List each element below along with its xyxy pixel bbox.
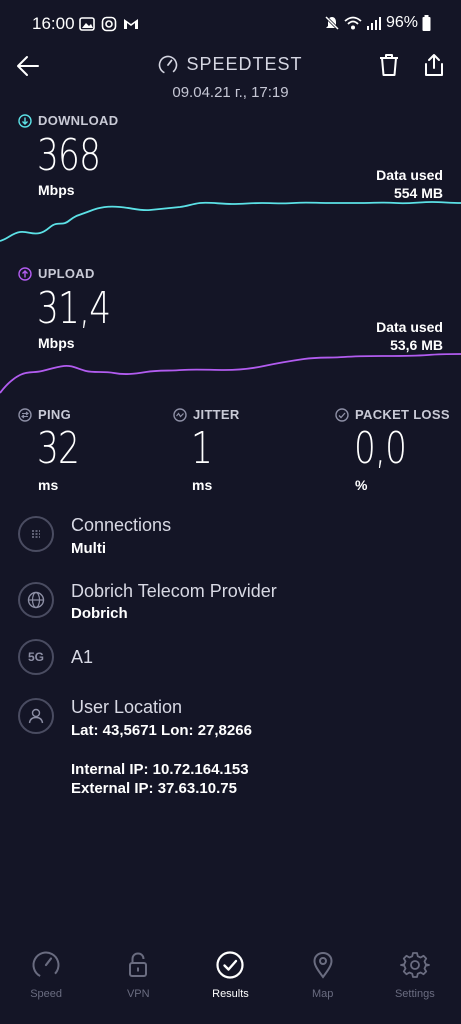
jitter-label-text: JITTER — [193, 407, 240, 422]
nav-speed-label: Speed — [30, 988, 62, 1000]
notification-icons — [79, 16, 139, 32]
check-circle-nav-icon — [216, 951, 245, 979]
download-data-used-label: Data used — [376, 167, 443, 183]
upload-speed-graph — [0, 353, 461, 394]
network-type-badge: 5G — [27, 650, 44, 664]
battery-icon — [422, 15, 431, 31]
download-label: DOWNLOAD — [18, 113, 118, 128]
nav-results-label: Results — [212, 988, 249, 1000]
download-graph-line — [0, 201, 461, 242]
instagram-icon — [101, 16, 117, 32]
signal-icon — [366, 17, 381, 30]
packet-loss-icon — [335, 407, 349, 422]
battery-percentage: 96% — [385, 14, 418, 31]
wifi-icon — [344, 16, 362, 30]
download-arrow-icon — [18, 113, 32, 128]
packet-loss-label-text: PACKET LOSS — [355, 407, 450, 422]
speedometer-nav-icon — [32, 951, 60, 979]
share-button[interactable] — [421, 52, 447, 78]
nav-map-label: Map — [311, 988, 334, 1000]
nav-map[interactable]: Map — [277, 950, 369, 1024]
nav-vpn[interactable]: VPN — [92, 950, 184, 1024]
upload-data-used-label: Data used — [376, 319, 443, 335]
nav-results[interactable]: Results — [184, 950, 276, 1024]
download-speed-graph — [0, 201, 461, 242]
user-location-coords: Lat: 43,5671 Lon: 27,8266 — [71, 722, 252, 739]
packet-loss-label: PACKET LOSS — [335, 407, 450, 422]
nav-vpn-label: VPN — [126, 988, 150, 1000]
share-icon — [425, 54, 443, 76]
gmail-icon — [124, 19, 138, 29]
status-time: 16:00 — [32, 14, 75, 33]
user-icon — [28, 708, 44, 724]
upload-graph-line — [0, 353, 461, 394]
network-operator: A1 — [71, 647, 94, 667]
internal-ip: Internal IP: 10.72.164.153 — [71, 761, 249, 778]
user-location-title: User Location — [71, 697, 183, 717]
provider-value: Dobrich — [71, 605, 128, 622]
nav-settings[interactable]: Settings — [369, 950, 461, 1024]
jitter-label: JITTER — [173, 407, 240, 422]
gear-nav-icon — [399, 952, 430, 978]
ping-value: 32 — [37, 423, 80, 474]
packet-loss-unit: % — [355, 477, 368, 493]
connections-value: Multi — [71, 540, 106, 557]
ping-icon — [18, 407, 32, 422]
nav-settings-label: Settings — [394, 988, 435, 1000]
connections-glyph-icon — [32, 530, 40, 538]
ping-label: PING — [18, 407, 71, 422]
jitter-value: 1 — [191, 423, 213, 474]
jitter-icon — [173, 407, 187, 422]
gallery-icon — [79, 17, 95, 31]
jitter-unit: ms — [192, 477, 213, 493]
user-location-icon — [18, 698, 54, 734]
download-label-text: DOWNLOAD — [38, 113, 119, 128]
connections-title: Connections — [71, 515, 172, 535]
trash-icon — [380, 54, 398, 76]
packet-loss-value: 0,0 — [354, 423, 407, 474]
map-pin-nav-icon — [313, 951, 333, 979]
ping-label-text: PING — [38, 407, 71, 422]
bottom-navigation: Speed VPN Results Map Settings — [0, 950, 461, 1024]
title-text: SPEEDTEST — [186, 54, 303, 74]
nav-speed[interactable]: Speed — [0, 950, 92, 1024]
upload-value: 31,4 — [37, 283, 111, 334]
upload-label-text: UPLOAD — [38, 266, 95, 281]
external-ip: External IP: 37.63.10.75 — [71, 780, 237, 797]
mute-icon — [324, 15, 340, 31]
provider-title: Dobrich Telecom Provider — [71, 581, 277, 601]
globe-icon — [27, 591, 45, 609]
provider-globe-icon — [18, 582, 54, 618]
ping-unit: ms — [38, 477, 59, 493]
system-icons: 96% — [324, 14, 431, 32]
upload-label: UPLOAD — [18, 266, 95, 281]
connections-icon — [18, 516, 54, 552]
upload-arrow-icon — [18, 266, 32, 281]
download-value: 368 — [37, 130, 101, 181]
test-date: 09.04.21 г., 17:19 — [172, 84, 289, 101]
delete-button[interactable] — [376, 52, 402, 78]
speedometer-icon — [159, 55, 178, 74]
lock-nav-icon — [129, 952, 148, 977]
network-type-icon: 5G — [18, 639, 54, 675]
